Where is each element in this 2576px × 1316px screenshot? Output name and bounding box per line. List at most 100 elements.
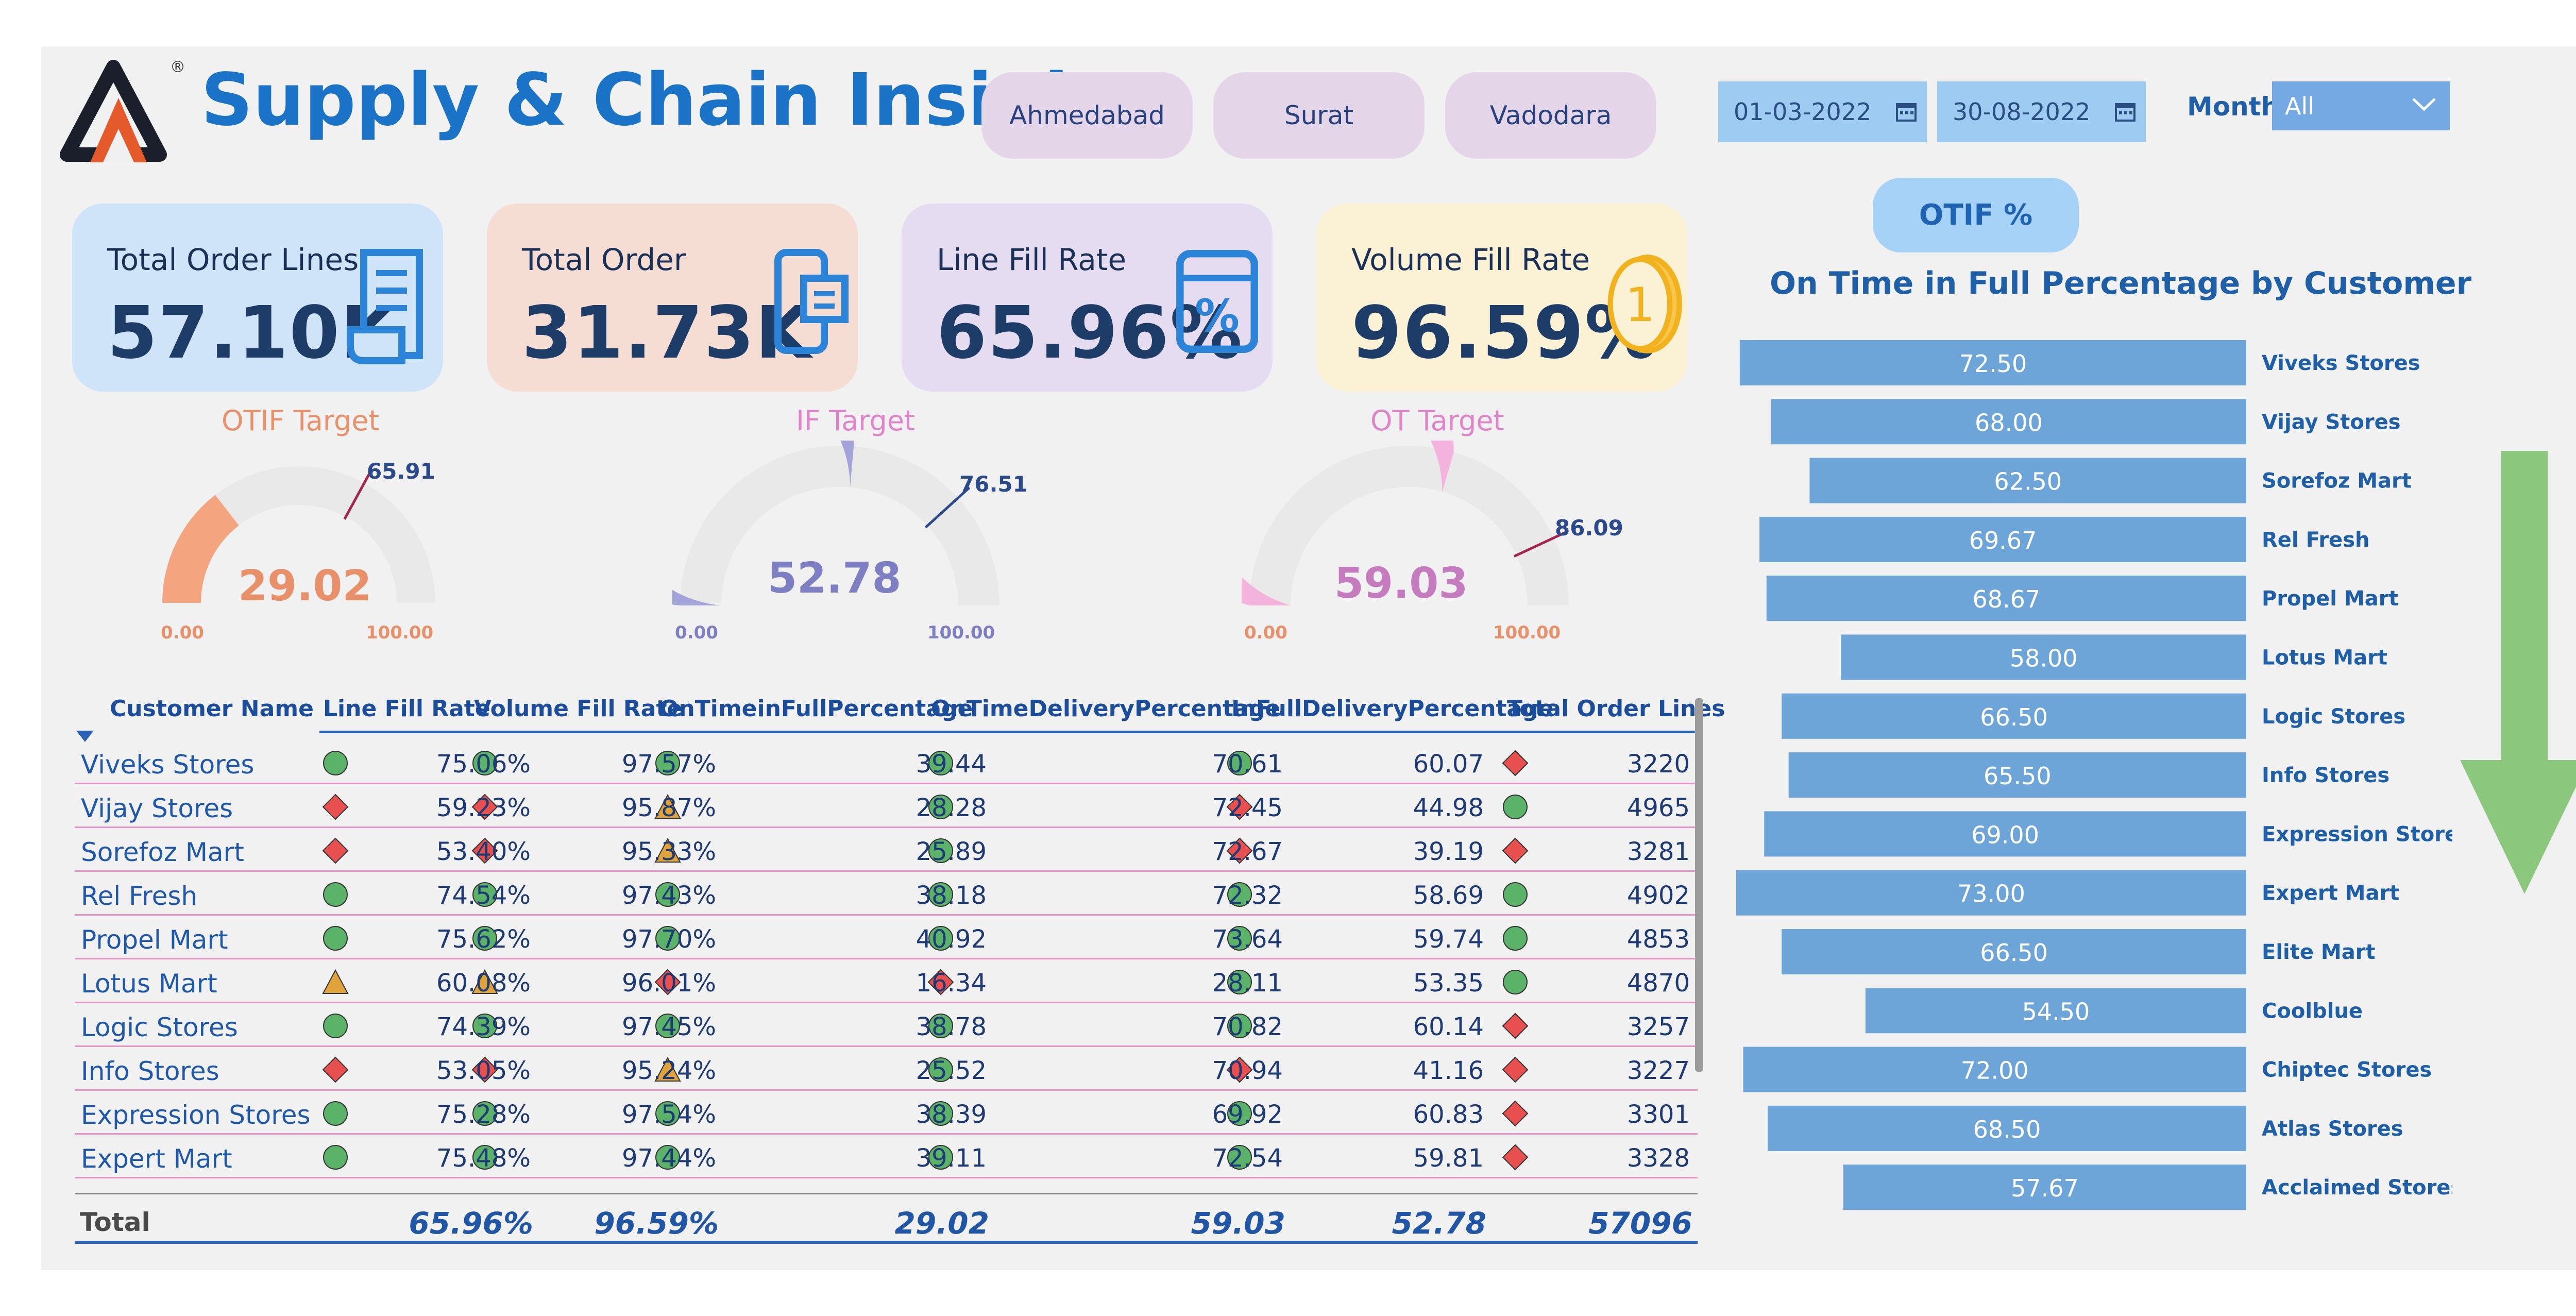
customer-name-cell: Logic Stores <box>81 1013 238 1042</box>
vfr-cell: 97.70% <box>621 925 716 954</box>
column-header-line-fill-rate[interactable]: Line Fill Rate <box>323 696 490 722</box>
chart-data-label: 62.50 <box>1994 468 2062 496</box>
table-row[interactable]: Propel Mart 75.62% 97.70% 40.92 73.64 59.74 48… <box>75 915 1698 959</box>
customer-name-cell: Sorefoz Mart <box>81 837 244 867</box>
otif-cell: 39.44 <box>916 750 987 779</box>
ifd-cell: 58.69 <box>1413 881 1484 910</box>
lfr-cell: 75.48% <box>436 1144 531 1173</box>
otif-cell: 38.18 <box>916 881 987 910</box>
lfr-cell: 59.23% <box>436 794 531 822</box>
table-row[interactable]: Expression Stores 75.28% 97.54% 38.39 69.92 6… <box>75 1090 1698 1135</box>
chart-data-label: 69.67 <box>1969 527 2037 554</box>
vfr-cell: 97.57% <box>621 750 716 779</box>
chart-category-label: Vijay Stores <box>2262 410 2401 434</box>
svg-text:®: ® <box>170 58 185 76</box>
gauge-max-label: 100.00 <box>927 622 995 643</box>
table-row[interactable]: Sorefoz Mart 53.40% 95.33% 25.89 72.67 39.19 3… <box>75 827 1698 872</box>
tol-cell: 4902 <box>1626 881 1690 910</box>
chart-category-label: Coolblue <box>2262 999 2363 1023</box>
table-row[interactable]: Viveks Stores 75.06% 97.57% 39.44 70.61 60.07… <box>75 739 1698 784</box>
chart-category-label: Info Stores <box>2262 764 2389 787</box>
gauge-max-label: 100.00 <box>366 622 434 643</box>
city-filter-ahmedabad[interactable]: Ahmedabad <box>981 72 1193 159</box>
circle-indicator-icon <box>323 1145 348 1170</box>
lfr-cell: 75.06% <box>436 750 531 779</box>
table-row[interactable]: Rel Fresh 74.54% 97.43% 38.18 72.32 58.69 4902 <box>75 871 1698 916</box>
otd-cell: 70.94 <box>1212 1056 1283 1085</box>
city-filter-surat[interactable]: Surat <box>1213 72 1425 159</box>
vfr-cell: 97.54% <box>621 1100 716 1129</box>
total-volume-fill-rate: 96.59% <box>594 1206 719 1241</box>
total-order-lines: 57096 <box>1588 1206 1692 1241</box>
otd-cell: 72.45 <box>1212 794 1283 822</box>
otif-cell: 38.39 <box>916 1100 987 1129</box>
svg-text:1: 1 <box>1625 278 1655 332</box>
coin-icon: 1 <box>1607 255 1682 353</box>
header-divider <box>319 731 1698 733</box>
lfr-cell: 74.54% <box>436 881 531 910</box>
kpi-value: 31.73K <box>522 291 812 375</box>
chart-category-label: Chiptec Stores <box>2262 1058 2432 1082</box>
gauge-target-label: 86.09 <box>1555 515 1623 541</box>
lfr-cell: 75.62% <box>436 925 531 954</box>
svg-text:%: % <box>1195 291 1240 342</box>
column-header-volume-fill-rate[interactable]: Volume Fill Rate <box>474 696 682 722</box>
table-row[interactable]: Info Stores 53.05% 95.24% 25.52 70.94 41.16 32… <box>75 1046 1698 1091</box>
table-total-row: Total 65.96% 96.59% 29.02 59.03 52.78 57… <box>75 1193 1698 1246</box>
gauge-min-label: 0.00 <box>161 622 204 643</box>
customer-name-cell: Info Stores <box>81 1056 219 1086</box>
document-icon <box>347 249 423 364</box>
table-row[interactable]: Vijay Stores 59.23% 95.87% 28.28 72.45 44.98 4… <box>75 783 1698 828</box>
month-label: Month <box>2187 92 2280 122</box>
chevron-down-icon <box>2412 98 2436 111</box>
kpi-card-volume-fill-rate: Volume Fill Rate 96.59% 1 <box>1316 204 1687 392</box>
gauge-value: 29.02 <box>238 562 372 611</box>
lfr-cell: 53.05% <box>436 1056 531 1085</box>
circle-indicator-icon <box>1503 970 1528 994</box>
calendar-icon <box>2115 103 2136 122</box>
total-line-fill-rate: 65.96% <box>409 1206 533 1241</box>
table-header: Customer Name Line Fill Rate Volume Fill… <box>75 696 1725 732</box>
ifd-cell: 59.81 <box>1413 1144 1484 1173</box>
start-date-picker[interactable]: 01-03-2022 <box>1718 81 1927 142</box>
customer-name-cell: Lotus Mart <box>81 969 217 999</box>
chart-category-label: Lotus Mart <box>2262 646 2387 670</box>
table-row[interactable]: Expert Mart 75.48% 97.44% 39.11 72.54 59.81 33… <box>75 1134 1698 1178</box>
city-filter-vadodara[interactable]: Vadodara <box>1445 72 1656 159</box>
otif-cell: 40.92 <box>916 925 987 954</box>
lfr-cell: 74.39% <box>436 1013 531 1041</box>
tol-cell: 4853 <box>1626 925 1690 954</box>
circle-indicator-icon <box>1503 926 1528 951</box>
otd-cell: 69.92 <box>1212 1100 1283 1129</box>
month-dropdown[interactable]: All <box>2272 81 2450 130</box>
percent-calculator-icon: % <box>1176 249 1258 353</box>
tol-cell: 4870 <box>1626 969 1690 998</box>
column-header-total-order-lines[interactable]: Total Order Lines <box>1507 696 1725 722</box>
otif-by-customer-chart: 72.50 Viveks Stores 68.00 Vijay Stores 62.50… <box>1736 340 2452 1210</box>
gauge-title-if: IF Target <box>796 404 916 437</box>
gauge-target-label: 65.91 <box>367 459 435 484</box>
customer-name-cell: Viveks Stores <box>81 750 255 780</box>
chart-data-label: 66.50 <box>1980 939 2048 967</box>
otif-button[interactable]: OTIF % <box>1873 178 2079 252</box>
vfr-cell: 95.33% <box>621 837 716 866</box>
circle-indicator-icon <box>1503 882 1528 907</box>
column-header-customer-name[interactable]: Customer Name <box>110 696 314 722</box>
end-date-picker[interactable]: 30-08-2022 <box>1937 81 2146 142</box>
table-row[interactable]: Logic Stores 74.39% 97.45% 38.78 70.82 60.14 3… <box>75 1002 1698 1047</box>
otif-cell: 25.89 <box>916 837 987 866</box>
column-header-in-full-delivery[interactable]: InFullDeliveryPercentage <box>1231 696 1554 722</box>
column-header-on-time-delivery[interactable]: OnTimeDeliveryPercentage <box>931 696 1280 722</box>
table-scrollbar[interactable] <box>1695 698 1703 1072</box>
column-header-otif-percentage[interactable]: OnTimeinFullPercentage <box>659 696 973 722</box>
vfr-cell: 97.43% <box>621 881 716 910</box>
customer-name-cell: Expression Stores <box>81 1100 311 1130</box>
triangle-indicator-icon <box>322 969 349 994</box>
table-row[interactable]: Lotus Mart 60.08% 96.01% 16.34 28.11 53.35 487… <box>75 958 1698 1003</box>
customer-name-cell: Vijay Stores <box>81 794 233 823</box>
tol-cell: 3328 <box>1626 1144 1690 1173</box>
tol-cell: 4965 <box>1626 794 1690 822</box>
customer-name-cell: Expert Mart <box>81 1144 232 1174</box>
total-divider <box>75 1241 1698 1244</box>
ifd-cell: 60.07 <box>1413 750 1484 779</box>
